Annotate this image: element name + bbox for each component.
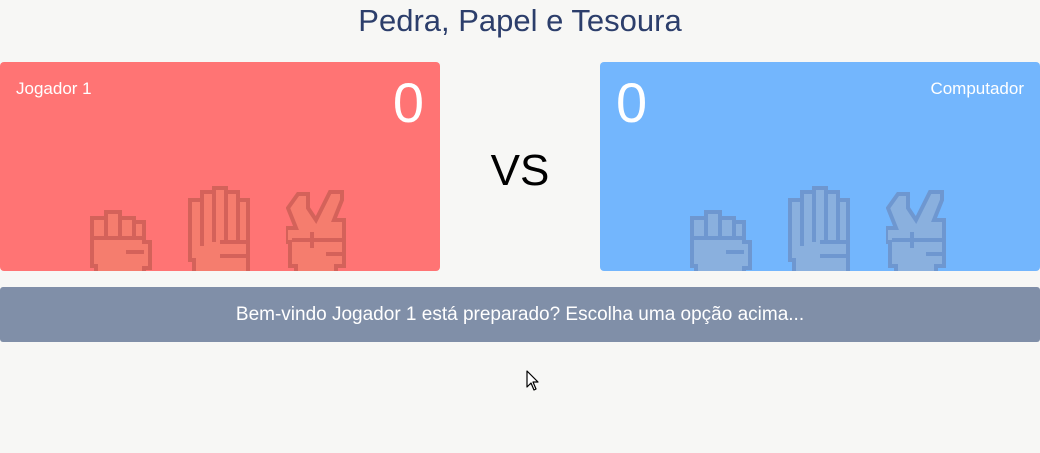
- vs-label: VS: [490, 146, 550, 195]
- computer-panel: 0 Computador: [600, 62, 1040, 271]
- player-panel: Jogador 1 0: [0, 62, 440, 271]
- open-hand-icon: [788, 186, 850, 271]
- game-page: Pedra, Papel e Tesoura Jogador 1 0 VS 0 …: [0, 0, 1040, 453]
- victory-hand-icon: [886, 190, 946, 271]
- player-choices: [0, 62, 440, 271]
- status-message: Bem-vindo Jogador 1 está preparado? Esco…: [0, 287, 1040, 342]
- page-title: Pedra, Papel e Tesoura: [358, 3, 682, 38]
- fist-icon[interactable]: [86, 208, 154, 271]
- victory-hand-icon[interactable]: [286, 188, 352, 271]
- computer-choices: [600, 62, 1040, 271]
- mouse-cursor-icon: [526, 370, 539, 391]
- open-hand-icon[interactable]: [186, 186, 252, 271]
- fist-icon: [690, 210, 752, 271]
